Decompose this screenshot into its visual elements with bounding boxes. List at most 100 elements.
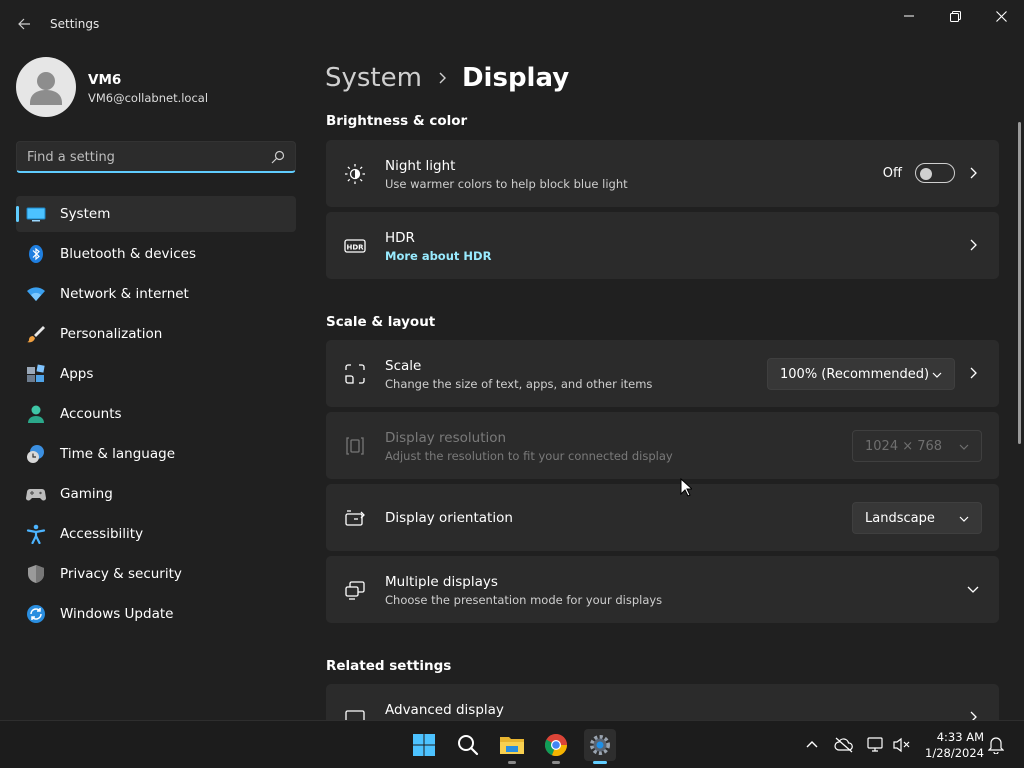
orientation-title: Display orientation <box>385 510 513 526</box>
hdr-title: HDR <box>385 230 415 246</box>
taskbar-search-button[interactable] <box>452 729 484 761</box>
accessibility-icon <box>26 524 46 544</box>
wifi-icon <box>27 287 45 301</box>
search-input[interactable] <box>17 142 257 172</box>
orientation-dropdown-value: Landscape <box>865 510 935 526</box>
advanced-display-title: Advanced display <box>385 702 504 718</box>
restore-button[interactable] <box>932 0 978 32</box>
section-title-related: Related settings <box>326 658 452 674</box>
sidebar-item-label: Personalization <box>60 326 163 342</box>
hdr-icon: HDR <box>344 239 366 253</box>
app-title: Settings <box>50 17 100 31</box>
close-button[interactable] <box>978 0 1024 32</box>
night-light-card[interactable]: Night light Use warmer colors to help bl… <box>326 140 999 207</box>
scrollbar-thumb[interactable] <box>1018 122 1021 444</box>
network-tray-button[interactable] <box>866 735 886 755</box>
user-profile[interactable]: VM6 VM6@collabnet.local <box>16 57 296 117</box>
scale-dropdown[interactable]: 100% (Recommended) <box>767 358 955 390</box>
resolution-subtitle: Adjust the resolution to fit your connec… <box>385 449 673 463</box>
volume-muted-icon <box>893 737 910 753</box>
close-icon <box>995 10 1007 22</box>
tray-overflow-button[interactable] <box>802 735 822 755</box>
sidebar-item-time-language[interactable]: Time & language <box>16 436 296 472</box>
search-icon <box>458 735 479 756</box>
sidebar-item-system[interactable]: System <box>16 196 296 232</box>
orientation-icon <box>345 510 365 526</box>
sidebar-item-network[interactable]: Network & internet <box>16 276 296 312</box>
profile-email: VM6@collabnet.local <box>88 91 209 105</box>
chevron-down-icon <box>932 372 942 378</box>
settings-search[interactable] <box>16 141 296 173</box>
multiple-displays-subtitle: Choose the presentation mode for your di… <box>385 593 663 607</box>
sidebar-item-accounts[interactable]: Accounts <box>16 396 296 432</box>
chevron-down-icon <box>967 586 979 593</box>
sidebar-item-label: Bluetooth & devices <box>60 246 197 262</box>
sidebar-item-gaming[interactable]: Gaming <box>16 476 296 512</box>
sidebar-item-windows-update[interactable]: Windows Update <box>16 596 296 632</box>
sidebar-item-apps[interactable]: Apps <box>16 356 296 392</box>
clock-date: 1/28/2024 <box>925 746 984 760</box>
scale-dropdown-value: 100% (Recommended) <box>780 366 930 382</box>
hdr-card[interactable]: HDR HDR More about HDR <box>326 212 999 279</box>
chevron-right-icon <box>439 72 446 84</box>
bluetooth-icon <box>29 245 43 263</box>
chevron-right-icon <box>970 367 977 379</box>
display-resolution-card: Display resolution Adjust the resolution… <box>326 412 999 479</box>
chevron-down-icon <box>959 444 969 450</box>
clock-time: 4:33 AM <box>936 730 984 744</box>
cloud-offline-icon <box>834 737 853 753</box>
sidebar-item-accessibility[interactable]: Accessibility <box>16 516 296 552</box>
breadcrumb: System Display <box>325 58 569 98</box>
system-icon <box>26 207 46 222</box>
minimize-button[interactable] <box>886 0 932 32</box>
orientation-dropdown[interactable]: Landscape <box>852 502 982 534</box>
multiple-displays-icon <box>345 581 365 600</box>
sidebar-item-label: Network & internet <box>60 286 189 302</box>
chevron-up-icon <box>806 741 818 748</box>
chevron-right-icon <box>970 167 977 179</box>
active-indicator <box>593 761 607 764</box>
night-light-toggle[interactable] <box>915 163 955 183</box>
brush-icon <box>27 326 45 343</box>
advanced-display-card[interactable]: Advanced display <box>326 684 999 724</box>
multiple-displays-card[interactable]: Multiple displays Choose the presentatio… <box>326 556 999 623</box>
night-light-title: Night light <box>385 158 456 174</box>
scale-title: Scale <box>385 358 422 374</box>
start-button[interactable] <box>408 729 440 761</box>
sidebar-item-label: System <box>60 206 111 222</box>
multiple-displays-title: Multiple displays <box>385 574 498 590</box>
file-explorer-button[interactable] <box>496 729 528 764</box>
sidebar-item-label: Accounts <box>60 406 122 422</box>
avatar <box>16 57 76 117</box>
night-light-toggle-state: Off <box>882 166 902 181</box>
onedrive-tray-button[interactable] <box>834 735 854 755</box>
volume-tray-button[interactable] <box>892 735 912 755</box>
gamepad-icon <box>26 489 46 501</box>
notifications-button[interactable] <box>986 735 1006 755</box>
taskbar: 4:33 AM 1/28/2024 <box>0 720 1024 768</box>
svg-text:HDR: HDR <box>346 244 364 252</box>
scale-card[interactable]: Scale Change the size of text, apps, and… <box>326 340 999 407</box>
settings-taskbar-button[interactable] <box>584 729 616 764</box>
chrome-button[interactable] <box>540 729 572 764</box>
page-title: Display <box>461 63 570 93</box>
hdr-link[interactable]: More about HDR <box>385 249 491 263</box>
display-orientation-card[interactable]: Display orientation Landscape <box>326 484 999 551</box>
section-title-brightness: Brightness & color <box>326 113 468 129</box>
breadcrumb-parent[interactable]: System <box>325 63 422 93</box>
running-indicator <box>552 761 560 764</box>
sidebar-item-label: Apps <box>60 366 94 382</box>
sidebar-item-label: Gaming <box>60 486 113 502</box>
search-icon[interactable] <box>271 150 285 164</box>
sidebar-item-personalization[interactable]: Personalization <box>16 316 296 352</box>
chrome-icon <box>544 734 568 757</box>
sidebar-item-label: Privacy & security <box>60 566 182 582</box>
sidebar-nav: System Bluetooth & devices Network & int… <box>16 196 296 636</box>
scale-icon <box>345 364 365 384</box>
back-button[interactable] <box>10 10 38 38</box>
restore-icon <box>949 10 961 22</box>
sidebar-item-bluetooth[interactable]: Bluetooth & devices <box>16 236 296 272</box>
taskbar-clock[interactable]: 4:33 AM 1/28/2024 <box>918 729 984 761</box>
sidebar-item-privacy[interactable]: Privacy & security <box>16 556 296 592</box>
profile-name: VM6 <box>88 72 122 88</box>
